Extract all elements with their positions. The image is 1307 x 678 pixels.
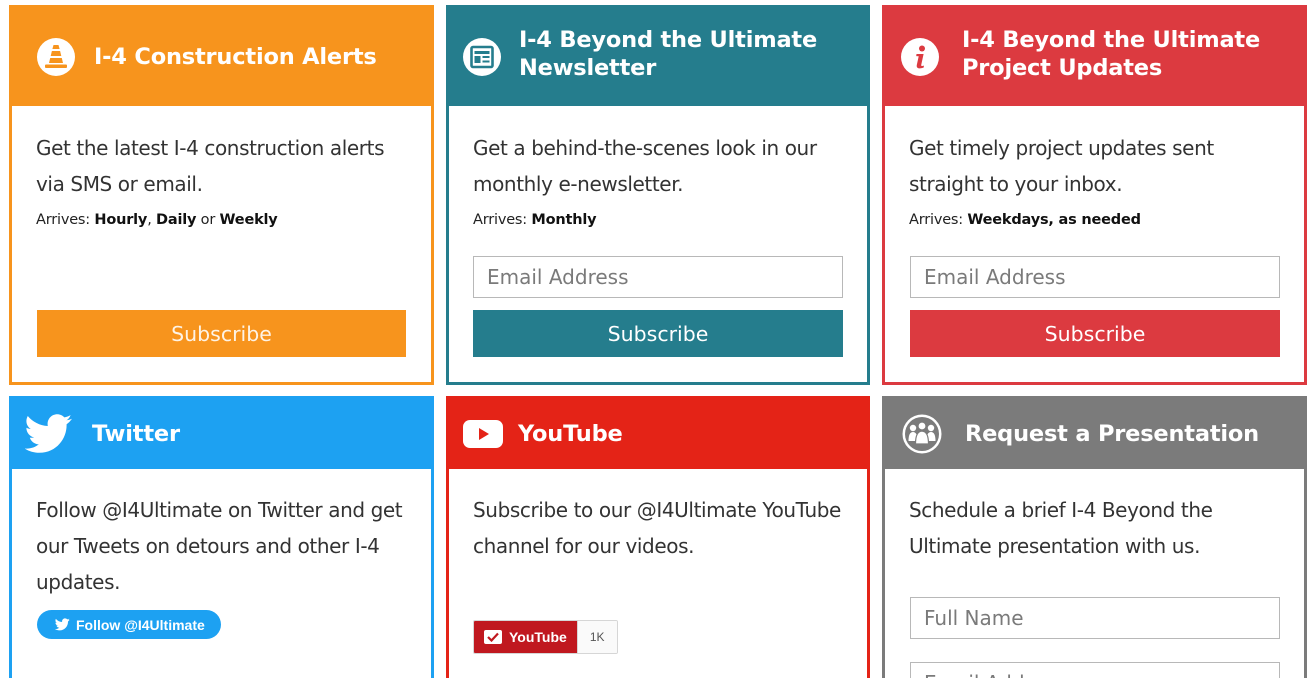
twitter-card: Twitter Follow @I4Ultimate on Twitter an… <box>9 396 434 678</box>
project-updates-email-input[interactable]: Email Address <box>910 256 1280 298</box>
twitter-follow-button[interactable]: Follow @I4Ultimate <box>37 610 221 639</box>
presentation-name-input[interactable]: Full Name <box>910 597 1280 639</box>
twitter-description: Follow @I4Ultimate on Twitter and get ou… <box>36 498 403 594</box>
youtube-card: YouTube Subscribe to our @I4Ultimate You… <box>446 396 870 678</box>
twitter-bird-icon <box>25 414 73 454</box>
twitter-follow-label: Follow @I4Ultimate <box>76 616 205 633</box>
newsletter-description: Get a behind-the-scenes look in our mont… <box>473 136 817 196</box>
twitter-header: Twitter <box>12 399 431 469</box>
project-updates-body: Get timely project updates sent straight… <box>909 130 1280 230</box>
youtube-description: Subscribe to our @I4Ultimate YouTube cha… <box>473 498 841 558</box>
construction-alerts-body: Get the latest I-4 construction alerts v… <box>36 130 407 230</box>
youtube-title: YouTube <box>518 421 623 447</box>
newsletter-arrives: Arrives: Monthly <box>473 212 597 228</box>
project-updates-description: Get timely project updates sent straight… <box>909 136 1214 196</box>
presentation-header: Request a Presentation <box>885 399 1304 469</box>
youtube-subscribe-label: YouTube <box>509 629 567 645</box>
newsletter-header: I-4 Beyond the Ultimate Newsletter <box>449 8 867 106</box>
construction-alerts-header: I-4 Construction Alerts <box>12 8 431 106</box>
newsletter-subscribe-button[interactable]: Subscribe <box>473 310 843 357</box>
construction-alerts-subscribe-button[interactable]: Subscribe <box>37 310 406 357</box>
newsletter-title: I-4 Beyond the Ultimate Newsletter <box>519 27 818 81</box>
project-updates-subscribe-button[interactable]: Subscribe <box>910 310 1280 357</box>
youtube-subscribe-widget[interactable]: YouTube 1K <box>473 620 618 654</box>
newsletter-icon <box>462 37 502 77</box>
youtube-header: YouTube <box>449 399 867 469</box>
project-updates-header: I-4 Beyond the Ultimate Project Updates <box>885 8 1304 106</box>
youtube-subscriber-count: 1K <box>576 621 617 653</box>
newsletter-body: Get a behind-the-scenes look in our mont… <box>473 130 843 230</box>
twitter-title: Twitter <box>92 421 180 447</box>
project-updates-arrives: Arrives: Weekdays, as needed <box>909 212 1141 228</box>
group-people-icon <box>901 413 943 455</box>
youtube-play-icon <box>462 419 504 449</box>
newsletter-email-input[interactable]: Email Address <box>473 256 843 298</box>
twitter-bird-small-icon <box>55 618 70 631</box>
construction-alerts-title: I-4 Construction Alerts <box>94 44 377 70</box>
traffic-cone-icon <box>36 37 76 77</box>
construction-alerts-description: Get the latest I-4 construction alerts v… <box>36 136 385 196</box>
construction-alerts-arrives: Arrives: Hourly, Daily or Weekly <box>36 212 278 228</box>
presentation-card: Request a Presentation Schedule a brief … <box>882 396 1307 678</box>
presentation-body: Schedule a brief I-4 Beyond the Ultimate… <box>909 492 1280 564</box>
construction-alerts-card: I-4 Construction Alerts Get the latest I… <box>9 5 434 385</box>
newsletter-card: I-4 Beyond the Ultimate Newsletter Get a… <box>446 5 870 385</box>
twitter-body: Follow @I4Ultimate on Twitter and get ou… <box>36 492 407 600</box>
info-icon <box>900 37 940 77</box>
presentation-email-input[interactable]: Email Address <box>910 662 1280 678</box>
project-updates-card: I-4 Beyond the Ultimate Project Updates … <box>882 5 1307 385</box>
youtube-subscribe-button[interactable]: YouTube <box>474 621 577 653</box>
presentation-title: Request a Presentation <box>965 421 1259 447</box>
youtube-body: Subscribe to our @I4Ultimate YouTube cha… <box>473 492 843 564</box>
presentation-description: Schedule a brief I-4 Beyond the Ultimate… <box>909 498 1213 558</box>
project-updates-title: I-4 Beyond the Ultimate Project Updates <box>962 27 1261 81</box>
youtube-check-icon <box>484 630 502 644</box>
